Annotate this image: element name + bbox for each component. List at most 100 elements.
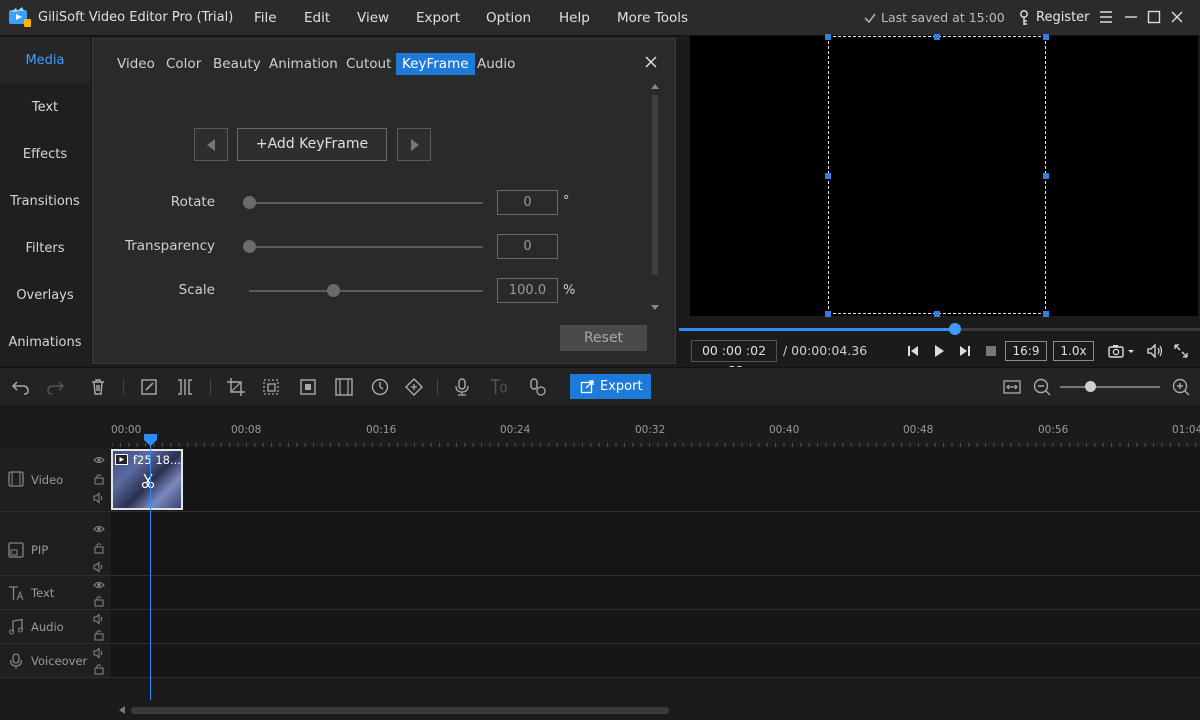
scale-slider[interactable] [249,284,483,297]
minimize-icon[interactable] [1122,8,1140,26]
lock-icon[interactable] [93,629,105,641]
eye-icon[interactable] [93,523,105,535]
sidebar-item-overlays[interactable]: Overlays [0,272,90,319]
prev-frame-icon[interactable] [904,342,922,360]
sidebar-item-filters[interactable]: Filters [0,225,90,272]
resize-handle[interactable] [1043,34,1049,40]
resize-handle[interactable] [1043,173,1049,179]
tab-audio[interactable]: Audio [471,53,521,75]
maximize-icon[interactable] [1145,8,1163,26]
resize-handle[interactable] [825,173,831,179]
lock-icon[interactable] [93,542,105,554]
stop-icon[interactable] [982,342,1000,360]
clock-icon[interactable] [370,377,390,397]
lock-icon[interactable] [93,473,105,485]
split-icon[interactable] [175,377,195,397]
aspect-icon[interactable] [334,377,354,397]
tab-animation[interactable]: Animation [263,53,344,75]
next-keyframe-button[interactable] [397,128,431,161]
speaker-icon[interactable] [93,492,105,504]
volume-icon[interactable] [1146,342,1164,360]
tab-cutout[interactable]: Cutout [340,53,397,75]
rotate-input[interactable]: 0 [497,190,558,215]
speaker-icon[interactable] [93,561,105,573]
sidebar-item-media[interactable]: Media [0,37,90,84]
edit-icon[interactable] [139,377,159,397]
sidebar-item-text[interactable]: Text [0,84,90,131]
timeline-horizontal-scrollbar[interactable] [131,707,669,714]
speed-button[interactable]: 1.0x [1053,341,1094,361]
prev-keyframe-button[interactable] [194,128,228,161]
current-time-field[interactable]: 00 :00 :02 :32 [691,340,777,378]
panel-scrollbar[interactable] [649,81,661,313]
resize-handle[interactable] [934,34,940,40]
scroll-left-icon[interactable] [118,705,126,715]
sidebar-item-animations[interactable]: Animations [0,319,90,366]
menu-export[interactable]: Export [416,10,460,26]
pip-icon[interactable] [298,377,318,397]
export-button[interactable]: Export [570,374,651,399]
menu-view[interactable]: View [357,10,389,26]
tab-color[interactable]: Color [160,53,207,75]
resize-icon[interactable] [261,377,281,397]
speaker-icon[interactable] [93,647,105,659]
zoom-in-icon[interactable] [1171,377,1191,397]
video-preview[interactable] [690,34,1198,317]
transparency-slider[interactable] [243,240,483,253]
track-lane[interactable] [111,644,1200,677]
zoom-slider-thumb[interactable] [1085,381,1096,392]
playhead-line[interactable] [150,434,151,700]
close-icon[interactable] [643,54,659,70]
add-keyframe-button[interactable]: +Add KeyFrame [237,128,387,161]
scale-input[interactable]: 100.0 [497,278,558,303]
resize-handle[interactable] [934,311,940,317]
track-lane[interactable] [111,576,1200,609]
fit-timeline-icon[interactable] [1002,377,1022,397]
tab-beauty[interactable]: Beauty [207,53,267,75]
keyframe-icon[interactable] [404,377,424,397]
speaker-icon[interactable] [93,613,105,625]
lock-icon[interactable] [93,595,105,607]
text-to-speech-icon[interactable] [489,377,509,397]
microphone-icon[interactable] [452,377,472,397]
zoom-out-icon[interactable] [1032,377,1052,397]
lock-icon[interactable] [93,663,105,675]
zoom-slider[interactable] [1060,381,1160,392]
sidebar-item-transitions[interactable]: Transitions [0,178,90,225]
transparency-input[interactable]: 0 [497,234,558,259]
crop-icon[interactable] [226,377,246,397]
rotate-slider-thumb[interactable] [243,196,256,209]
register-button[interactable]: Register [1036,10,1090,25]
aspect-ratio-button[interactable]: 16:9 [1005,341,1047,361]
track-lane[interactable] [111,447,1200,511]
track-lane[interactable] [111,610,1200,643]
camera-snapshot-icon[interactable] [1107,342,1137,360]
delete-icon[interactable] [88,377,108,397]
menu-edit[interactable]: Edit [304,10,330,26]
playback-progress[interactable] [679,323,1200,335]
playback-progress-thumb[interactable] [949,323,962,335]
eye-icon[interactable] [93,579,105,591]
close-window-icon[interactable] [1168,8,1186,26]
scissors-icon[interactable] [141,473,155,489]
tab-keyframe[interactable]: KeyFrame [396,53,475,75]
rotate-slider[interactable] [243,196,483,209]
resize-handle[interactable] [825,34,831,40]
menu-file[interactable]: File [254,10,277,26]
tab-video[interactable]: Video [111,53,161,75]
scale-slider-thumb[interactable] [327,284,341,297]
redo-icon[interactable] [45,377,65,397]
video-clip[interactable]: f25 18... [111,449,183,510]
undo-icon[interactable] [11,377,31,397]
menu-help[interactable]: Help [559,10,590,26]
sidebar-item-effects[interactable]: Effects [0,131,90,178]
eye-icon[interactable] [93,454,105,466]
hamburger-menu-icon[interactable] [1097,8,1115,26]
reset-button[interactable]: Reset [560,325,647,351]
menu-option[interactable]: Option [486,10,531,26]
playhead-handle[interactable] [144,434,157,446]
play-icon[interactable] [930,342,948,360]
menu-more-tools[interactable]: More Tools [617,10,688,26]
track-lane[interactable] [111,512,1200,575]
resize-handle[interactable] [1043,311,1049,317]
